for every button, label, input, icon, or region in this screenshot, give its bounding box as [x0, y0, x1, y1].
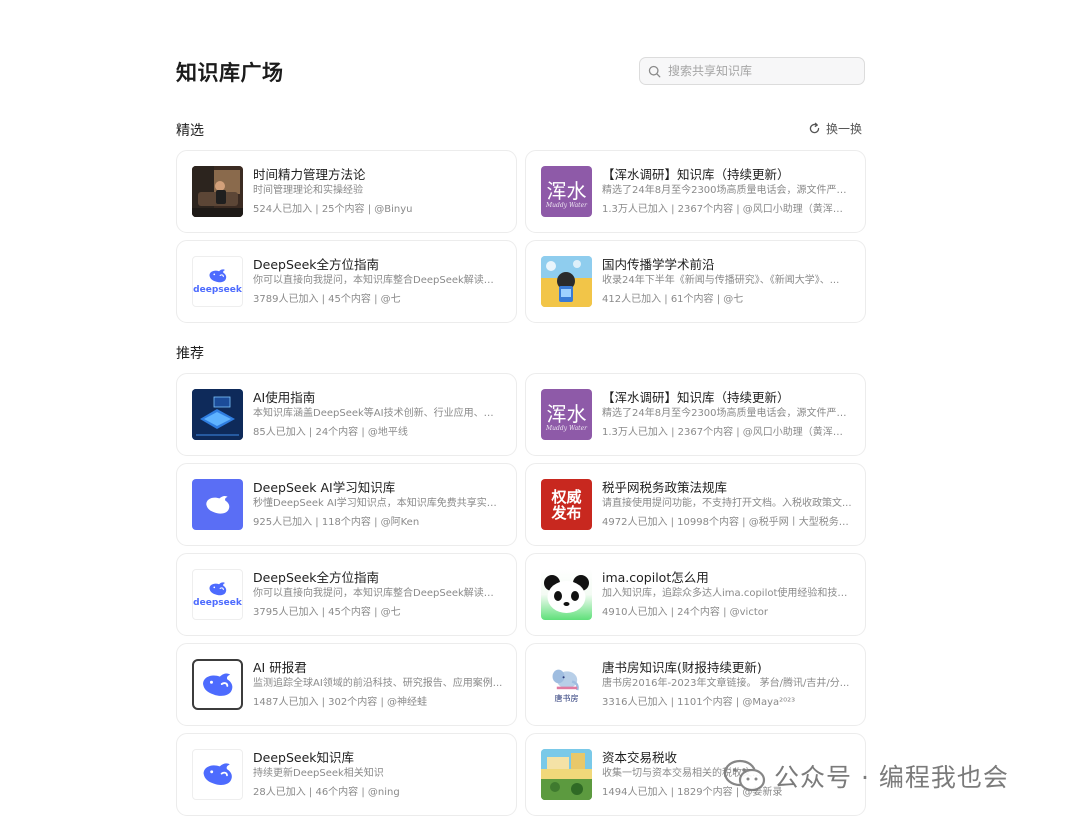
knowledge-base-card[interactable]: DeepSeek知识库持续更新DeepSeek相关知识 28人已加入 | 46个内…	[176, 733, 517, 816]
card-name: AI 研报君	[253, 660, 307, 675]
deepseek-whale-icon	[192, 479, 243, 530]
card-name: 【浑水调研】知识库（持续更新）	[602, 390, 790, 405]
featured-grid: 时间精力管理方法论时间管理理论和实操经验 524人已加入 | 25个内容 | @B…	[176, 150, 866, 323]
knowledge-base-card[interactable]: ima.copilot怎么用加入知识库，追踪众多达人ima.copilot使用经…	[525, 553, 866, 636]
card-meta: 4972人已加入 | 10998个内容 | @税乎网丨大型税务籍...	[602, 517, 852, 528]
knowledge-base-card[interactable]: deepseek DeepSeek全方位指南 你可以直接向我提问，本知识库整合Dee…	[176, 240, 517, 323]
illustration-thumbnail	[541, 256, 592, 307]
knowledge-base-card[interactable]: DeepSeek AI学习知识库秒懂DeepSeek AI学习知识点，本知识库免…	[176, 463, 517, 546]
knowledge-base-card[interactable]: deepseek DeepSeek全方位指南 你可以直接向我提问，本知识库整合Dee…	[176, 553, 517, 636]
deepseek-whale-icon	[192, 659, 243, 710]
card-info: 资本交易税收收集一切与资本交易相关的税收文... 1494人已加入 | 1829个…	[602, 749, 852, 800]
authority-logo: 权威 发布	[541, 479, 592, 530]
elephant-icon: 唐书房	[541, 659, 592, 710]
knowledge-base-card[interactable]: 资本交易税收收集一切与资本交易相关的税收文... 1494人已加入 | 1829个…	[525, 733, 866, 816]
card-name: DeepSeek AI学习知识库	[253, 480, 396, 495]
card-name: 资本交易税收	[602, 750, 678, 765]
card-info: 【浑水调研】知识库（持续更新） 精选了24年8月至今2300场高质量电话会，源文件…	[602, 166, 852, 217]
card-description: 精选了24年8月至今2300场高质量电话会，源文件严格...	[602, 185, 852, 196]
card-description: 请直接使用提问功能，不支持打开文档。入税收政策文...	[602, 498, 852, 509]
featured-section-title: 精选	[176, 123, 204, 139]
photo-thumbnail	[192, 166, 243, 217]
search-box[interactable]	[639, 57, 865, 85]
hunshui-logo: 浑水 Muddy Water	[541, 389, 592, 440]
card-meta: 524人已加入 | 25个内容 | @Binyu	[253, 204, 413, 215]
recommended-grid: AI使用指南本知识库涵盖DeepSeek等AI技术创新、行业应用、教... 85人…	[176, 373, 866, 816]
card-name: 时间精力管理方法论	[253, 167, 366, 182]
card-description: 加入知识库，追踪众多达人ima.copilot使用经验和技巧...	[602, 588, 852, 599]
card-description: 收录24年下半年《新闻与传播研究》、《新闻大学》、...	[602, 275, 840, 286]
panda-icon	[541, 569, 592, 620]
knowledge-base-card[interactable]: 浑水 Muddy Water 【浑水调研】知识库（持续更新） 精选了24年8月至今23…	[525, 150, 866, 233]
card-meta: 1.3万人已加入 | 2367个内容 | @风口小助理（黄浑水）	[602, 204, 852, 215]
recommended-section-title: 推荐	[176, 346, 204, 362]
hunshui-logo: 浑水 Muddy Water	[541, 166, 592, 217]
card-description: 你可以直接向我提问，本知识库整合DeepSeek解读、...	[253, 588, 503, 599]
card-info: DeepSeek全方位指南你可以直接向我提问，本知识库整合DeepSeek解读、…	[253, 569, 503, 620]
card-info: ima.copilot怎么用加入知识库，追踪众多达人ima.copilot使用经…	[602, 569, 852, 620]
card-meta: 412人已加入 | 61个内容 | @七	[602, 294, 744, 305]
card-info: AI 研报君监测追踪全球AI领域的前沿科技、研究报告、应用案例... 1487人已…	[253, 659, 503, 710]
knowledge-base-card[interactable]: 时间精力管理方法论时间管理理论和实操经验 524人已加入 | 25个内容 | @B…	[176, 150, 517, 233]
deepseek-whale-icon: deepseek	[192, 569, 243, 620]
knowledge-base-card[interactable]: 浑水 Muddy Water 【浑水调研】知识库（持续更新） 精选了24年8月至今23…	[525, 373, 866, 456]
card-description: 本知识库涵盖DeepSeek等AI技术创新、行业应用、教...	[253, 408, 503, 419]
card-info: 【浑水调研】知识库（持续更新） 精选了24年8月至今2300场高质量电话会，源文件…	[602, 389, 852, 440]
knowledge-base-card[interactable]: AI 研报君监测追踪全球AI领域的前沿科技、研究报告、应用案例... 1487人已…	[176, 643, 517, 726]
card-meta: 925人已加入 | 118个内容 | @阿Ken	[253, 517, 420, 528]
knowledge-base-card[interactable]: 唐书房 唐书房知识库(财报持续更新) 唐书房2016年-2023年文章链接。 茅台/…	[525, 643, 866, 726]
card-name: 国内传播学学术前沿	[602, 257, 715, 272]
search-input[interactable]	[668, 64, 848, 78]
card-meta: 85人已加入 | 24个内容 | @地平线	[253, 427, 408, 438]
card-meta: 4910人已加入 | 24个内容 | @victor	[602, 607, 768, 618]
card-description: 精选了24年8月至今2300场高质量电话会，源文件严格...	[602, 408, 852, 419]
card-info: 国内传播学学术前沿收录24年下半年《新闻与传播研究》、《新闻大学》、... 412…	[602, 256, 852, 307]
card-info: DeepSeek AI学习知识库秒懂DeepSeek AI学习知识点，本知识库免…	[253, 479, 503, 530]
knowledge-base-card[interactable]: 权威 发布 税乎网税务政策法规库请直接使用提问功能，不支持打开文档。入税收政策文..…	[525, 463, 866, 546]
card-description: 持续更新DeepSeek相关知识	[253, 768, 384, 779]
card-name: 【浑水调研】知识库（持续更新）	[602, 167, 790, 182]
card-name: AI使用指南	[253, 390, 316, 405]
card-info: DeepSeek全方位指南你可以直接向我提问，本知识库整合DeepSeek解读、…	[253, 256, 503, 307]
illustration-thumbnail	[541, 749, 592, 800]
knowledge-base-card[interactable]: AI使用指南本知识库涵盖DeepSeek等AI技术创新、行业应用、教... 85人…	[176, 373, 517, 456]
card-meta: 28人已加入 | 46个内容 | @ning	[253, 787, 400, 798]
card-meta: 3795人已加入 | 45个内容 | @七	[253, 607, 401, 618]
card-meta: 1494人已加入 | 1829个内容 | @姜新录	[602, 787, 783, 798]
card-description: 秒懂DeepSeek AI学习知识点，本知识库免费共享实用...	[253, 498, 503, 509]
card-description: 时间管理理论和实操经验	[253, 185, 363, 196]
page-title: 知识库广场	[176, 61, 284, 85]
card-info: DeepSeek知识库持续更新DeepSeek相关知识 28人已加入 | 46个内…	[253, 749, 503, 800]
chip-thumbnail	[192, 389, 243, 440]
card-info: 时间精力管理方法论时间管理理论和实操经验 524人已加入 | 25个内容 | @B…	[253, 166, 503, 217]
card-meta: 3789人已加入 | 45个内容 | @七	[253, 294, 401, 305]
deepseek-whale-icon	[192, 749, 243, 800]
card-description: 收集一切与资本交易相关的税收文...	[602, 768, 762, 779]
search-icon	[648, 65, 661, 77]
card-description: 唐书房2016年-2023年文章链接。 茅台/腾讯/吉井/分...	[602, 678, 850, 689]
card-description: 你可以直接向我提问，本知识库整合DeepSeek解读、...	[253, 275, 503, 286]
card-name: DeepSeek知识库	[253, 750, 354, 765]
card-meta: 3316人已加入 | 1101个内容 | @Maya²⁰²³	[602, 697, 796, 708]
deepseek-whale-icon: deepseek	[192, 256, 243, 307]
card-name: DeepSeek全方位指南	[253, 570, 379, 585]
card-name: DeepSeek全方位指南	[253, 257, 379, 272]
refresh-label: 换一换	[826, 122, 863, 136]
refresh-icon	[809, 122, 820, 134]
card-info: 税乎网税务政策法规库请直接使用提问功能，不支持打开文档。入税收政策文... 497…	[602, 479, 852, 530]
card-info: 唐书房知识库(财报持续更新) 唐书房2016年-2023年文章链接。 茅台/腾讯/…	[602, 659, 852, 710]
card-name: 税乎网税务政策法规库	[602, 480, 728, 495]
card-meta: 1.3万人已加入 | 2367个内容 | @风口小助理（黄浑水）	[602, 427, 852, 438]
card-name: 唐书房知识库(财报持续更新)	[602, 660, 762, 675]
card-description: 监测追踪全球AI领域的前沿科技、研究报告、应用案例...	[253, 678, 503, 689]
refresh-button[interactable]: 换一换	[808, 120, 862, 137]
knowledge-base-card[interactable]: 国内传播学学术前沿收录24年下半年《新闻与传播研究》、《新闻大学》、... 412…	[525, 240, 866, 323]
card-name: ima.copilot怎么用	[602, 570, 709, 585]
card-meta: 1487人已加入 | 302个内容 | @神经蛙	[253, 697, 427, 708]
card-info: AI使用指南本知识库涵盖DeepSeek等AI技术创新、行业应用、教... 85人…	[253, 389, 503, 440]
